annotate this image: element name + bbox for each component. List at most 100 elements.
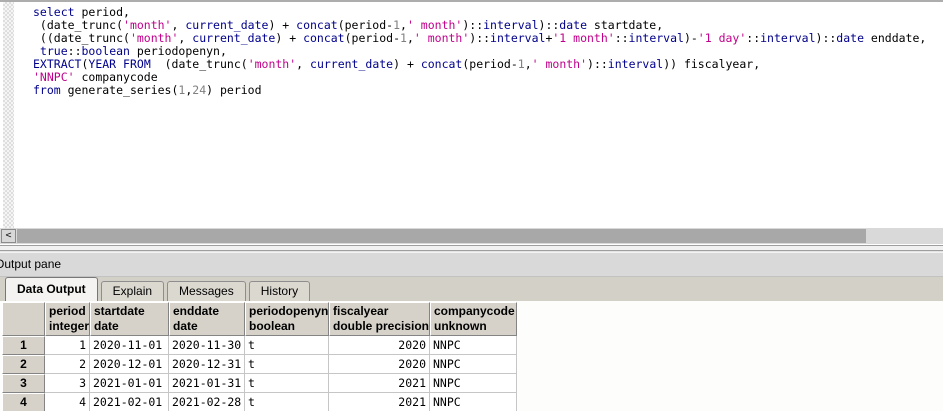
cell-period[interactable]: 4 [45, 393, 90, 411]
column-name: period [49, 304, 86, 318]
sql-token: select [33, 5, 75, 19]
sql-token: startdate, [587, 18, 664, 32]
sql-token: ' month' [413, 31, 470, 45]
column-header-periodopenyn[interactable]: periodopenyn boolean [245, 302, 329, 336]
sql-token: interval [628, 31, 684, 45]
sql-token: (date_trunc( [33, 18, 124, 32]
sql-token: '1 day' [697, 31, 747, 45]
scroll-left-button[interactable]: < [1, 229, 16, 243]
sql-token: , [400, 18, 407, 32]
cell-fiscalyear[interactable]: 2020 [329, 355, 430, 374]
cell-fiscalyear[interactable]: 2020 [329, 336, 430, 355]
row-number-cell[interactable]: 1 [2, 336, 45, 355]
results-grid: period integer startdate date enddate date per… [2, 302, 517, 411]
cell-fiscalyear[interactable]: 2021 [329, 393, 430, 411]
cell-enddate[interactable]: 2020-12-31 [169, 355, 245, 374]
cell-periodopenyn[interactable]: t [245, 393, 329, 411]
column-header-companycode[interactable]: companycode unknown [430, 302, 517, 336]
sql-editor[interactable]: select period, (date_trunc('month', curr… [0, 2, 943, 228]
cell-period[interactable]: 2 [45, 355, 90, 374]
sql-token: ) + [393, 57, 421, 71]
sql-token: interval [760, 31, 816, 45]
sql-token: , [296, 57, 311, 71]
column-type: integer [49, 319, 90, 333]
table-row: 4 4 2021-02-01 2021-02-28 t 2021 NNPC [2, 393, 517, 411]
cell-enddate[interactable]: 2021-01-31 [169, 374, 245, 393]
sql-token: period, [74, 5, 130, 19]
sql-token: generate_series( [60, 83, 179, 97]
sql-token: 1 [517, 57, 525, 71]
sql-token: (period- [462, 57, 518, 71]
cell-periodopenyn[interactable]: t [245, 336, 329, 355]
cell-companycode[interactable]: NNPC [430, 393, 517, 411]
cell-periodopenyn[interactable]: t [245, 355, 329, 374]
tab-explain[interactable]: Explain [100, 281, 165, 301]
cell-startdate[interactable]: 2021-02-01 [90, 393, 169, 411]
editor-horizontal-scrollbar[interactable]: < [0, 228, 943, 244]
sql-token: 1 [393, 18, 401, 32]
sql-token: interval [483, 18, 539, 32]
cell-fiscalyear[interactable]: 2021 [329, 374, 430, 393]
sql-token: 'month' [129, 31, 179, 45]
tab-history[interactable]: History [248, 281, 311, 301]
cell-period[interactable]: 3 [45, 374, 90, 393]
column-name: fiscalyear [333, 304, 389, 318]
pane-splitter[interactable] [0, 244, 943, 252]
sql-token: YEAR [88, 57, 117, 71]
sql-token: 'NNPC' [33, 70, 75, 84]
sql-token: ):: [815, 31, 837, 45]
sql-token: concat [303, 31, 345, 45]
row-number-cell[interactable]: 3 [2, 374, 45, 393]
cell-companycode[interactable]: NNPC [430, 336, 517, 355]
sql-line-5: EXTRACT(YEAR FROM (date_trunc('month', c… [33, 58, 926, 71]
sql-token: enddate, [864, 31, 927, 45]
sql-token: ) period [206, 83, 262, 97]
column-header-startdate[interactable]: startdate date [90, 302, 169, 336]
cell-companycode[interactable]: NNPC [430, 355, 517, 374]
sql-token: current_date [185, 18, 269, 32]
column-name: periodopenyn [249, 304, 329, 318]
sql-token: , [171, 18, 186, 32]
sql-token: ' month' [406, 18, 463, 32]
cell-startdate[interactable]: 2020-12-01 [90, 355, 169, 374]
sql-token: current_date [310, 57, 394, 71]
cell-periodopenyn[interactable]: t [245, 374, 329, 393]
scrollbar-thumb[interactable] [17, 229, 866, 243]
sql-code[interactable]: select period, (date_trunc('month', curr… [33, 6, 926, 97]
column-header-fiscalyear[interactable]: fiscalyear double precision [329, 302, 430, 336]
cell-companycode[interactable]: NNPC [430, 374, 517, 393]
column-header-period[interactable]: period integer [45, 302, 90, 336]
sql-token: true [39, 44, 68, 58]
grid-corner-cell[interactable] [2, 302, 45, 336]
column-name: enddate [173, 304, 220, 318]
sql-token: , [406, 31, 414, 45]
tab-data-output[interactable]: Data Output [5, 277, 98, 301]
sql-token: ):: [462, 18, 484, 32]
sql-token: (date_trunc( [150, 57, 248, 71]
sql-token: , [178, 31, 193, 45]
sql-token: current_date [192, 31, 276, 45]
sql-token: interval [607, 57, 664, 71]
cell-enddate[interactable]: 2020-11-30 [169, 336, 245, 355]
table-row: 1 1 2020-11-01 2020-11-30 t 2020 NNPC [2, 336, 517, 355]
sql-token: 1 [400, 31, 407, 45]
cell-startdate[interactable]: 2021-01-01 [90, 374, 169, 393]
cell-period[interactable]: 1 [45, 336, 90, 355]
sql-token: ):: [538, 18, 560, 32]
sql-token: 'month' [247, 57, 297, 71]
sql-token: 24 [192, 83, 207, 97]
tab-messages[interactable]: Messages [167, 281, 246, 301]
column-type: unknown [434, 319, 487, 333]
sql-token: ):: [469, 31, 491, 45]
output-pane-caption: Output pane [0, 252, 943, 277]
sql-token: boolean [81, 44, 130, 58]
row-number-cell[interactable]: 4 [2, 393, 45, 411]
cell-startdate[interactable]: 2020-11-01 [90, 336, 169, 355]
row-number-cell[interactable]: 2 [2, 355, 45, 374]
sql-token: (period- [337, 18, 394, 32]
sql-token: )) fiscalyear, [663, 57, 761, 71]
column-header-enddate[interactable]: enddate date [169, 302, 245, 336]
sql-token: ((date_trunc( [33, 31, 130, 45]
column-type: boolean [249, 319, 296, 333]
cell-enddate[interactable]: 2021-02-28 [169, 393, 245, 411]
